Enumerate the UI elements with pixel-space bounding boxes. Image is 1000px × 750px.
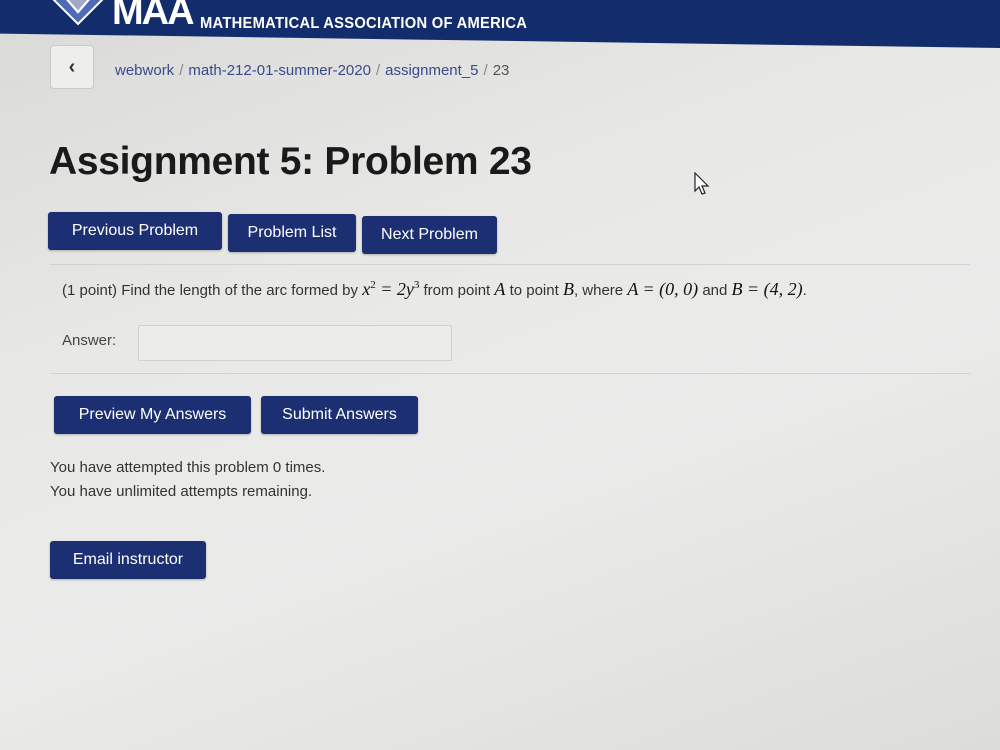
problem-list-button[interactable]: Problem List bbox=[228, 214, 356, 252]
breadcrumb-problem: 23 bbox=[492, 62, 510, 79]
problem-statement: (1 point) Find the length of the arc for… bbox=[62, 279, 807, 299]
problem-points: (1 point) bbox=[62, 282, 118, 299]
breadcrumb: webwork / math-212-01-summer-2020/assignme… bbox=[115, 62, 510, 79]
maa-logo-icon bbox=[52, 0, 104, 26]
attempts-info: You have attempted this problem 0 times.… bbox=[50, 456, 325, 504]
chevron-left-icon: ‹ bbox=[68, 55, 76, 78]
breadcrumb-course[interactable]: math-212-01-summer-2020 bbox=[188, 62, 371, 79]
org-name: MATHEMATICAL ASSOCIATION OF AMERICA bbox=[200, 15, 528, 32]
next-problem-button[interactable]: Next Problem bbox=[362, 216, 497, 254]
answer-input[interactable] bbox=[138, 325, 452, 361]
back-button[interactable]: ‹ bbox=[50, 45, 94, 89]
page-title: Assignment 5: Problem 23 bbox=[49, 140, 532, 183]
breadcrumb-assignment[interactable]: assignment_5 bbox=[385, 62, 478, 79]
previous-problem-button[interactable]: Previous Problem bbox=[48, 212, 222, 250]
problem-body: (1 point) Find the length of the arc for… bbox=[50, 264, 970, 374]
email-instructor-button[interactable]: Email instructor bbox=[50, 541, 206, 579]
point-b-coords: B = (4, 2) bbox=[731, 279, 803, 299]
submit-answers-button[interactable]: Submit Answers bbox=[261, 396, 418, 434]
maa-logo-text: MAA bbox=[112, 0, 195, 33]
attempts-remaining: You have unlimited attempts remaining. bbox=[50, 483, 313, 500]
webwork-page: MAA MATHEMATICAL ASSOCIATION OF AMERICA … bbox=[0, 0, 1000, 750]
breadcrumb-webwork[interactable]: webwork bbox=[115, 62, 174, 79]
point-a-coords: A = (0, 0) bbox=[627, 279, 699, 299]
mouse-cursor-icon bbox=[694, 172, 710, 195]
attempts-count: You have attempted this problem 0 times. bbox=[50, 459, 326, 476]
equation: x2 = 2y3 bbox=[362, 279, 420, 299]
preview-answers-button[interactable]: Preview My Answers bbox=[54, 396, 251, 434]
answer-label: Answer: bbox=[62, 332, 117, 349]
